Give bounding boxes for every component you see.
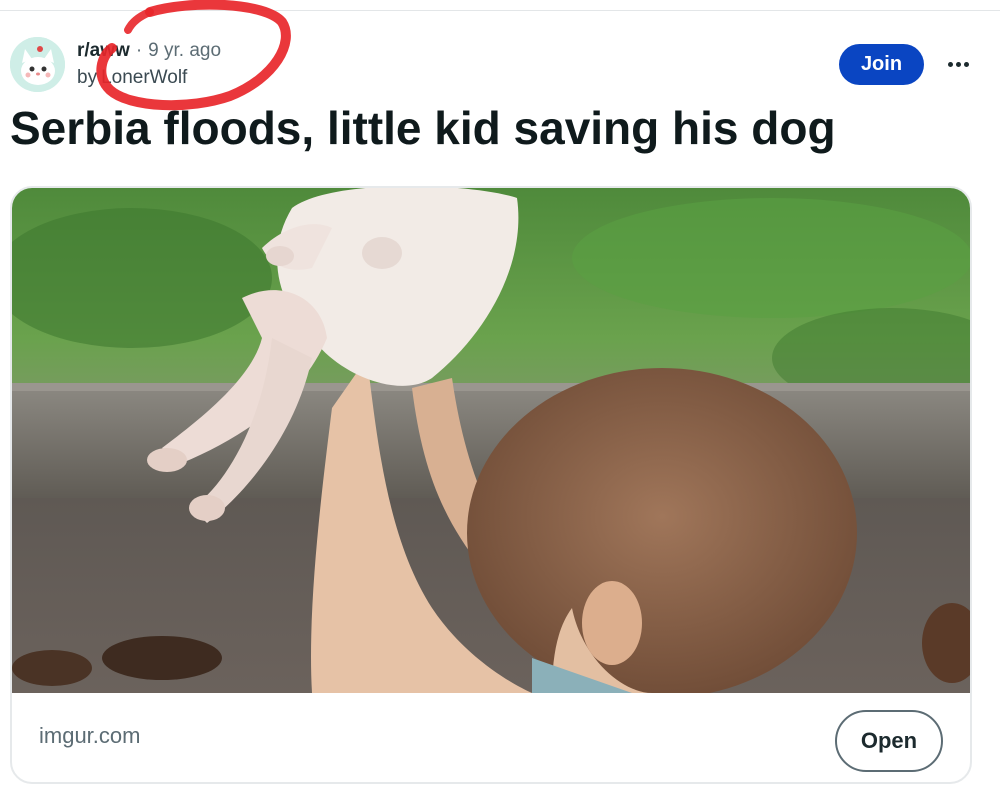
subreddit-link[interactable]: r/aww xyxy=(77,40,130,62)
author-link[interactable]: LonerWolf xyxy=(101,67,187,89)
top-divider xyxy=(0,10,1000,11)
post-image[interactable] xyxy=(12,188,972,693)
by-label: by xyxy=(77,67,98,88)
link-row: imgur.com Open xyxy=(12,693,970,782)
link-domain[interactable]: imgur.com xyxy=(39,723,140,749)
join-button[interactable]: Join xyxy=(839,44,924,85)
post-meta: r/aww · 9 yr. ago xyxy=(77,37,221,65)
link-preview-card[interactable]: imgur.com Open xyxy=(10,186,972,784)
subreddit-avatar-icon[interactable] xyxy=(10,37,65,92)
post-title[interactable]: Serbia floods, little kid saving his dog xyxy=(10,97,990,159)
more-options-icon[interactable] xyxy=(940,50,976,78)
post-author-line: by LonerWolf xyxy=(77,64,187,92)
post-age: 9 yr. ago xyxy=(148,40,222,61)
meta-separator: · xyxy=(135,40,143,61)
open-button[interactable]: Open xyxy=(835,710,943,772)
